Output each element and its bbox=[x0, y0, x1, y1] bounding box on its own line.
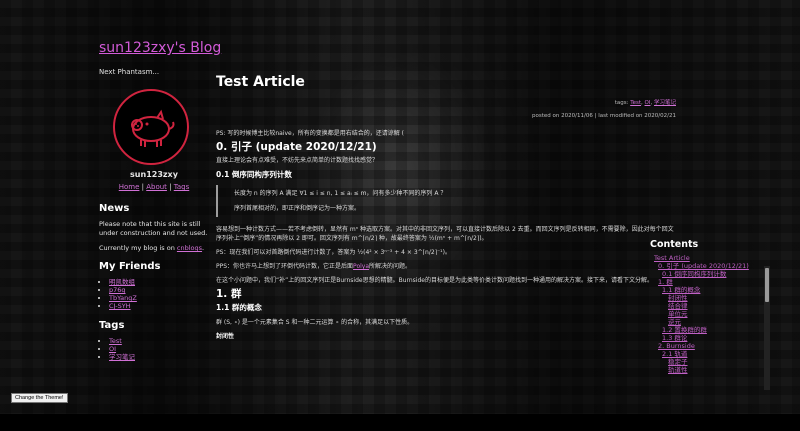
table-of-contents: Contents Test Article 0. 引子 (update 2020… bbox=[650, 239, 780, 374]
list-item: 学习笔记 bbox=[109, 353, 209, 361]
list-item: TbYangZ bbox=[109, 294, 209, 302]
friend-link[interactable]: 明凯数组 bbox=[109, 278, 135, 286]
news-text-2-suffix: . bbox=[202, 244, 205, 252]
article: Test Article tags: Test, OI, 学习笔记 posted… bbox=[216, 74, 676, 346]
toc-item[interactable]: 逆元 bbox=[650, 318, 780, 326]
quote-line-2: 序列首尾相对的，即正序和倒序记为一种方案。 bbox=[234, 205, 361, 212]
transition-paragraph: 在这个小问题中，我们“补”上的回文序列正是Burnside思想的精髓。Burns… bbox=[216, 277, 653, 284]
toc-item[interactable]: 0. 引子 (update 2020/12/21) bbox=[650, 262, 780, 270]
count-paragraph: 容易想到一种计数方式——若不考虑倒转，显然有 mⁿ 种选取方案。对其中的非回文序… bbox=[216, 226, 674, 242]
change-theme-button[interactable]: Change the Theme! bbox=[11, 393, 68, 403]
friend-link[interactable]: TbYangZ bbox=[109, 294, 137, 302]
news-text-1: Please note that this site is still unde… bbox=[99, 220, 208, 237]
polya-link[interactable]: Polya bbox=[353, 263, 369, 270]
ps2-paragraph: PS：现在我们可以对首路倒代码进行计数了，答案为 ½(4² × 3ⁿ⁻³ + 4… bbox=[216, 249, 451, 256]
toc-item[interactable]: 2. Burnside bbox=[650, 342, 780, 350]
news-text-2: Currently my blog is on cnblogs. bbox=[99, 244, 209, 253]
article-title: Test Article bbox=[216, 74, 305, 90]
friend-link[interactable]: p76g bbox=[109, 286, 126, 294]
section-heading-0-1: 0.1 倒序同构序列计数 bbox=[216, 170, 292, 179]
toc-item[interactable]: 1.3 群论 bbox=[650, 334, 780, 342]
toc-item[interactable]: 0.1 倒序同构序列计数 bbox=[650, 270, 780, 278]
sidebar: sun123zxy's Blog Next Phantasm... sun123… bbox=[99, 40, 221, 371]
article-tag-link[interactable]: 学习笔记 bbox=[654, 100, 676, 106]
pink-pig-avatar-icon bbox=[113, 89, 189, 165]
problem-quote: 长度为 n 的序列 A 满足 ∀1 ≤ i ≤ n, 1 ≤ aᵢ ≤ m，问有… bbox=[216, 185, 676, 217]
pps-paragraph: PPS：你也许马上想到了环倒代码计数，它正是后面Polya所解决的问题。 bbox=[216, 262, 676, 271]
pps-prefix: PPS：你也许马上想到了环倒代码计数，它正是后面 bbox=[216, 263, 354, 270]
ps-note: PS: 写的时候博主比较naive，所有的变换都是用右结合的，还请谅解 ( bbox=[216, 130, 404, 137]
nav-about-link[interactable]: About bbox=[146, 183, 167, 191]
list-item: CJ-SYH bbox=[109, 302, 209, 310]
friends-heading: My Friends bbox=[99, 261, 161, 272]
username: sun123zxy bbox=[130, 170, 178, 179]
toc-scrollbar[interactable] bbox=[764, 266, 770, 390]
group-paragraph: 群 (S, ∘) 是一个元素集合 S 和一种二元运算 ∘ 的合称，其满足以下性质… bbox=[216, 319, 414, 326]
article-tag-link[interactable]: Test bbox=[630, 100, 641, 106]
sidebar-nav: Home | About | Tags bbox=[118, 183, 190, 191]
toc-item[interactable]: 稳定子 bbox=[650, 358, 780, 366]
pps-suffix: 所解决的问题。 bbox=[369, 263, 412, 270]
nav-home-link[interactable]: Home bbox=[119, 183, 140, 191]
friend-link[interactable]: CJ-SYH bbox=[109, 302, 131, 310]
cnblogs-link[interactable]: cnblogs bbox=[177, 244, 202, 252]
nav-tags-link[interactable]: Tags bbox=[174, 183, 190, 191]
bottom-bar bbox=[0, 414, 800, 431]
news-text-2-prefix: Currently my blog is on bbox=[99, 244, 177, 252]
closure-heading: 封闭性 bbox=[216, 333, 235, 340]
toc-item[interactable]: 1. 群 bbox=[650, 278, 780, 286]
list-item: 明凯数组 bbox=[109, 278, 209, 286]
toc-item[interactable]: 单位元 bbox=[650, 310, 780, 318]
list-item: Test bbox=[109, 337, 209, 345]
toc-item[interactable]: 1.2 置换群的群 bbox=[650, 326, 780, 334]
article-tags: tags: Test, OI, 学习笔记 bbox=[614, 100, 676, 106]
tag-link[interactable]: 学习笔记 bbox=[109, 353, 135, 361]
section-heading-intro: 0. 引子 (update 2020/12/21) bbox=[216, 141, 377, 153]
toc-item[interactable]: 2.1 轨道 bbox=[650, 350, 780, 358]
toc-scroll-thumb[interactable] bbox=[765, 268, 769, 302]
blog-title-link[interactable]: sun123zxy's Blog bbox=[99, 40, 221, 56]
tag-link[interactable]: Test bbox=[109, 337, 122, 345]
toc-item[interactable]: 结合律 bbox=[650, 302, 780, 310]
tag-link[interactable]: OI bbox=[109, 345, 116, 353]
article-tags-label: tags: bbox=[614, 100, 629, 106]
section-heading-1-1: 1.1 群的概念 bbox=[216, 303, 262, 312]
article-date: posted on 2020/11/06 | last modified on … bbox=[532, 113, 676, 119]
news-heading: News bbox=[99, 203, 130, 214]
intro-paragraph: 直接上理论会有点难受，不妨先来点简单的计数题找找感觉？ bbox=[216, 157, 379, 164]
toc-item[interactable]: 1.1 群的概念 bbox=[650, 286, 780, 294]
toc-item[interactable]: 轨道性 bbox=[650, 366, 780, 374]
toc-item[interactable]: 封闭性 bbox=[650, 294, 780, 302]
list-item: OI bbox=[109, 345, 209, 353]
section-heading-1: 1. 群 bbox=[216, 288, 242, 300]
list-item: p76g bbox=[109, 286, 209, 294]
toc-item[interactable]: Test Article bbox=[650, 254, 780, 262]
tags-list: Test OI 学习笔记 bbox=[99, 337, 209, 361]
friends-list: 明凯数组 p76g TbYangZ CJ-SYH bbox=[99, 278, 209, 310]
quote-line-1: 长度为 n 的序列 A 满足 ∀1 ≤ i ≤ n, 1 ≤ aᵢ ≤ m，问有… bbox=[234, 190, 447, 197]
tags-heading: Tags bbox=[99, 320, 125, 331]
toc-heading: Contents bbox=[650, 239, 699, 250]
article-tag-link[interactable]: OI bbox=[645, 100, 651, 106]
blog-subtitle: Next Phantasm... bbox=[99, 68, 160, 76]
